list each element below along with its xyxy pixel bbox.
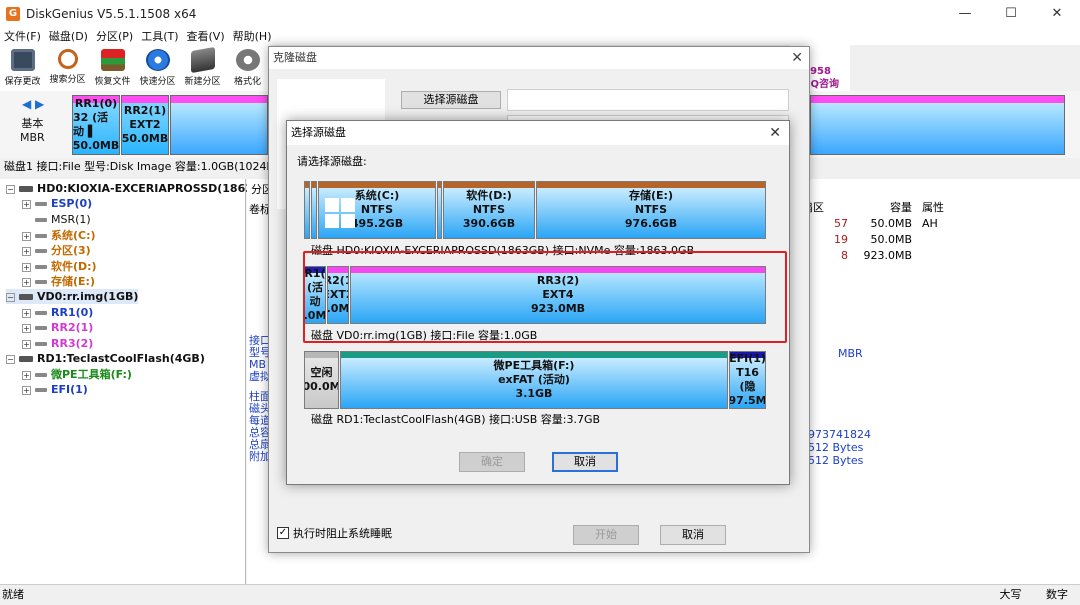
tree-item-system-c[interactable]: + 系统(C:)	[22, 228, 96, 243]
partition-icon	[35, 202, 47, 206]
partition-table: 扇区 容量 属性 57 50.0MB AH 19 50.0MB 8 923.0M…	[802, 200, 1080, 264]
col-size: 容量	[890, 201, 912, 214]
format-button[interactable]: 格式化	[225, 45, 270, 91]
select-close-button[interactable]: ✕	[769, 121, 781, 145]
tree-item-rr1[interactable]: + RR1(0)	[22, 305, 93, 320]
disk-property-values: 973741824 512 Bytes 512 Bytes	[808, 428, 871, 467]
menu-tools[interactable]: 工具(T)	[137, 28, 182, 44]
partition-icon	[35, 388, 47, 392]
new-partition-button[interactable]: 新建分区	[180, 45, 225, 91]
selection-highlight-frame	[303, 251, 787, 343]
disk-info-line: 磁盘1 接口:File 型号:Disk Image 容量:1.0GB(1024M…	[0, 158, 270, 176]
partition-wepe-f: 微PE工具箱(F:) exFAT (活动) 3.1GB	[340, 351, 728, 409]
partition-icon	[35, 311, 47, 315]
disk-map-segment-rr1[interactable]: RR1(0) 32 (活动 ▌ 50.0MB	[72, 95, 120, 155]
menu-partition[interactable]: 分区(P)	[92, 28, 137, 44]
col-attr: 属性	[922, 201, 944, 214]
menu-view[interactable]: 查看(V)	[183, 28, 229, 44]
select-dialog-title: 选择源磁盘	[287, 121, 789, 145]
minimize-button[interactable]: —	[942, 0, 988, 27]
tree-item-software-d[interactable]: + 软件(D:)	[22, 259, 97, 274]
tree-disk-hd0[interactable]: − HD0:KIOXIA-EXCERIAPROSSD(1863GB)	[6, 181, 275, 196]
cancel-button[interactable]: 取消	[552, 452, 618, 472]
format-icon	[235, 49, 260, 71]
partition-icon	[35, 265, 47, 269]
windows-logo-icon	[325, 198, 357, 230]
save-icon	[10, 49, 35, 71]
quick-partition-button[interactable]: 快速分区	[135, 45, 180, 91]
caps-indicator: 大写	[999, 588, 1022, 601]
partition-icon	[35, 342, 47, 346]
select-prompt: 请选择源磁盘:	[297, 155, 367, 168]
disk-tree: − HD0:KIOXIA-EXCERIAPROSSD(1863GB) + ESP(0…	[0, 179, 275, 584]
status-text: 就绪	[2, 588, 24, 601]
toolbar: 保存更改 搜索分区 恢复文件 快速分区 新建分区 格式化	[0, 45, 270, 91]
tree-disk-rd1[interactable]: − RD1:TeclastCoolFlash(4GB)	[6, 351, 205, 366]
disk-icon	[19, 186, 33, 192]
numlock-indicator: 数字	[1046, 588, 1068, 601]
search-partition-button[interactable]: 搜索分区	[45, 45, 90, 91]
tree-item-efi[interactable]: + EFI(1)	[22, 382, 88, 397]
partition-icon	[35, 326, 47, 330]
menu-help[interactable]: 帮助(H)	[229, 28, 276, 44]
disk-icon	[19, 356, 33, 362]
menu-disk[interactable]: 磁盘(D)	[45, 28, 92, 44]
tree-item-wepe-f[interactable]: + 微PE工具箱(F:)	[22, 367, 132, 382]
restore-files-button[interactable]: 恢复文件	[90, 45, 135, 91]
partition-icon	[35, 249, 47, 253]
disk-option-hd0[interactable]: 系统(C:) NTFS 495.2GB 软件(D:) NTFS 390.6GB …	[304, 181, 766, 239]
partition-icon	[35, 218, 47, 222]
partition-icon	[35, 234, 47, 238]
clone-close-button[interactable]: ✕	[791, 47, 803, 69]
disk-map-segment-rr3[interactable]	[170, 95, 268, 155]
window-title: DiskGenius V5.5.1.1508 x64	[26, 6, 197, 21]
tree-item-msr[interactable]: +MSR(1)	[22, 212, 91, 227]
disk-icon	[19, 294, 33, 300]
source-disk-field	[507, 89, 789, 111]
title-bar: G DiskGenius V5.5.1.1508 x64 — ☐ ✕	[0, 0, 1080, 27]
partition-efi: EFI(1) T16 (隐 97.5M	[729, 351, 766, 409]
quick-partition-icon	[145, 49, 170, 71]
table-row[interactable]: 8 923.0MB	[802, 248, 1080, 264]
select-source-disk-button[interactable]: 选择源磁盘	[401, 91, 501, 109]
disk-nav-arrows-icon[interactable]: ◀ ▶	[22, 97, 44, 111]
disk-type-label: 基本 MBR	[20, 117, 45, 144]
tree-item-storage-e[interactable]: + 存储(E:)	[22, 274, 95, 289]
table-row[interactable]: 57 50.0MB AH	[802, 216, 1080, 232]
save-changes-button[interactable]: 保存更改	[0, 45, 45, 91]
status-bar: 就绪 大写 数字	[0, 584, 1080, 605]
clone-cancel-button[interactable]: 取消	[660, 525, 726, 545]
clone-dialog-title: 克隆磁盘	[269, 47, 809, 69]
start-button[interactable]: 开始	[573, 525, 639, 545]
app-logo-icon: G	[6, 6, 20, 21]
partition-system-c: 系统(C:) NTFS 495.2GB	[318, 181, 436, 239]
disk-map-segment-rr3-right[interactable]	[810, 95, 1065, 155]
partition-free-space: 空闲 00.0M	[304, 351, 339, 409]
disk-caption-rd1: 磁盘 RD1:TeclastCoolFlash(4GB) 接口:USB 容量:3…	[311, 413, 601, 426]
table-row[interactable]: 19 50.0MB	[802, 232, 1080, 248]
select-source-disk-dialog: 选择源磁盘 ✕ 请选择源磁盘: 系统(C:) NTFS 495.2GB 软件(D…	[286, 120, 790, 485]
prevent-sleep-checkbox[interactable]: ✓ 执行时阻止系统睡眠	[277, 525, 392, 541]
partition-software-d: 软件(D:) NTFS 390.6GB	[443, 181, 535, 239]
disk-option-rd1[interactable]: 空闲 00.0M 微PE工具箱(F:) exFAT (活动) 3.1GB EFI…	[304, 351, 766, 409]
tree-disk-vd0[interactable]: − VD0:rr.img(1GB)	[6, 289, 139, 304]
ok-button[interactable]: 确定	[459, 452, 525, 472]
menu-file[interactable]: 文件(F)	[0, 28, 45, 44]
partition-style-value: MBR	[838, 347, 863, 360]
checkbox-icon: ✓	[277, 527, 289, 539]
restore-icon	[100, 49, 125, 71]
new-partition-icon	[190, 46, 215, 74]
close-window-button[interactable]: ✕	[1034, 0, 1080, 27]
tree-item-partition-3[interactable]: + 分区(3)	[22, 243, 91, 258]
menu-bar: 文件(F) 磁盘(D) 分区(P) 工具(T) 查看(V) 帮助(H)	[0, 27, 1080, 45]
disk-map-segment-rr2[interactable]: RR2(1) EXT2 50.0MB	[121, 95, 169, 155]
tree-item-rr3[interactable]: + RR3(2)	[22, 336, 93, 351]
partition-icon	[35, 373, 47, 377]
tree-item-rr2[interactable]: + RR2(1)	[22, 320, 93, 335]
partition-icon	[35, 280, 47, 284]
maximize-button[interactable]: ☐	[988, 0, 1034, 27]
search-icon	[57, 49, 78, 69]
partition-storage-e: 存储(E:) NTFS 976.6GB	[536, 181, 766, 239]
tree-item-esp[interactable]: + ESP(0)	[22, 196, 92, 211]
